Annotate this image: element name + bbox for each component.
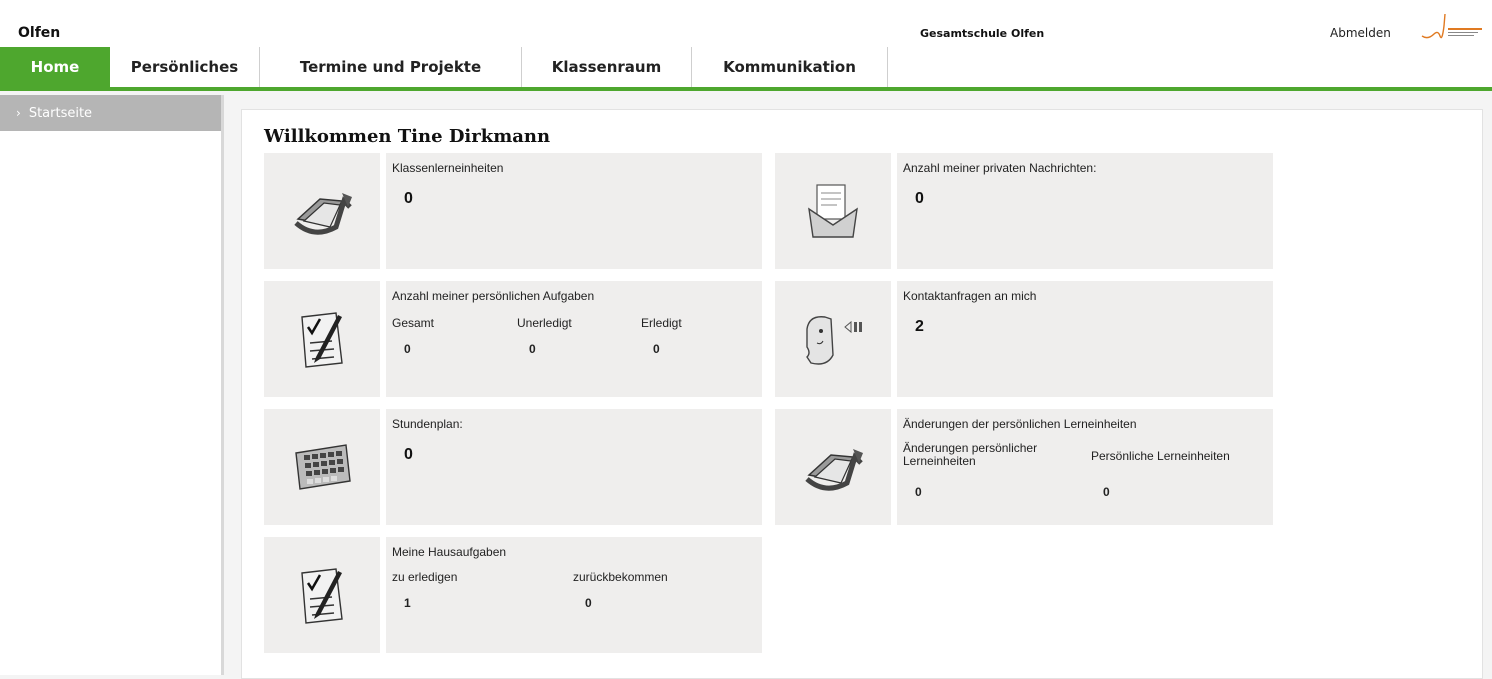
school-name: Gesamtschule Olfen (920, 27, 1045, 40)
col-label-zurueckbekommen: zurückbekommen (573, 570, 668, 584)
tile-kontaktanfragen[interactable]: Kontaktanfragen an mich 2 (897, 281, 1273, 397)
col-label-gesamt: Gesamt (392, 316, 435, 330)
tile-klassen-icon-box (264, 153, 380, 269)
tile-title: Meine Hausaufgaben (392, 545, 507, 559)
tile-value: 0 (915, 190, 924, 207)
tab-persoenliches[interactable]: Persönliches (110, 47, 260, 87)
col-value-aenderungen: 0 (915, 485, 922, 499)
main-navigation: Home Persönliches Termine und Projekte K… (0, 47, 1492, 91)
folder-arrow-icon (294, 193, 352, 235)
col-label-persoenliche-lerneinheiten: Persönliche Lerneinheiten (1091, 449, 1230, 463)
tile-title: Kontaktanfragen an mich (903, 289, 1037, 303)
tile-stundenplan[interactable]: Stundenplan: 0 (386, 409, 762, 525)
checklist-icon (301, 312, 343, 368)
tile-value: 0 (404, 446, 413, 463)
tile-hausaufgaben[interactable]: Meine Hausaufgaben zu erledigen zurückbe… (386, 537, 762, 653)
tile-private-nachrichten[interactable]: Anzahl meiner privaten Nachrichten: 0 (897, 153, 1273, 269)
brand-name: Olfen (18, 25, 61, 41)
tile-title: Anzahl meiner persönlichen Aufgaben (392, 289, 595, 303)
logout-link[interactable]: Abmelden (1330, 26, 1391, 40)
tile-kontakt-icon-box (775, 281, 891, 397)
tile-persoenliche-aufgaben[interactable]: Anzahl meiner persönlichen Aufgaben Gesa… (386, 281, 762, 397)
tile-aenderungen-lerneinheiten[interactable]: Änderungen der persönlichen Lerneinheite… (897, 409, 1273, 525)
sidebar: › Startseite (0, 95, 224, 675)
tile-klassenlerneinheiten[interactable]: Klassenlerneinheiten 0 (386, 153, 762, 269)
col-label-erledigt: Erledigt (641, 316, 682, 330)
col-label-unerledigt: Unerledigt (517, 316, 572, 330)
tab-kommunikation[interactable]: Kommunikation (692, 47, 888, 87)
tile-nachrichten-icon-box (775, 153, 891, 269)
col-label-aenderungen: Änderungen persönlicher Lerneinheiten (903, 441, 1038, 468)
tile-value: 0 (404, 190, 413, 207)
tile-value: 2 (915, 318, 924, 335)
tile-aufgaben-icon-box (264, 281, 380, 397)
school-logo (1421, 13, 1482, 39)
main-content: Willkommen Tine Dirkmann Klassenlerneinh… (241, 109, 1483, 679)
tile-aenderungen-icon-box (775, 409, 891, 525)
tab-klassenraum[interactable]: Klassenraum (522, 47, 692, 87)
checklist-icon (301, 568, 343, 624)
col-value-unerledigt: 0 (529, 342, 536, 356)
welcome-heading: Willkommen Tine Dirkmann (264, 126, 551, 147)
col-value-gesamt: 0 (404, 342, 411, 356)
col-value-persoenliche-lerneinheiten: 0 (1103, 485, 1110, 499)
chevron-right-icon: › (16, 106, 21, 120)
tab-termine-und-projekte[interactable]: Termine und Projekte (260, 47, 522, 87)
folder-arrow-icon (805, 449, 863, 491)
tile-stundenplan-icon-box (264, 409, 380, 525)
tile-title: Anzahl meiner privaten Nachrichten: (903, 161, 1097, 175)
tile-title: Stundenplan: (392, 417, 463, 431)
top-bar: Olfen Gesamtschule Olfen Abmelden (0, 0, 1492, 47)
tile-hausaufgaben-icon-box (264, 537, 380, 653)
col-value-zu-erledigen: 1 (404, 596, 411, 610)
col-label-zu-erledigen: zu erledigen (392, 570, 458, 584)
col-value-zurueckbekommen: 0 (585, 596, 592, 610)
tile-title: Änderungen der persönlichen Lerneinheite… (903, 417, 1137, 431)
calendar-icon (295, 444, 351, 490)
envelope-icon (808, 184, 858, 238)
contact-head-icon (806, 316, 862, 365)
tile-title: Klassenlerneinheiten (392, 161, 504, 175)
sidebar-item-label: Startseite (28, 105, 93, 121)
sidebar-item-startseite[interactable]: › Startseite (0, 95, 221, 131)
tab-home[interactable]: Home (0, 47, 110, 87)
col-value-erledigt: 0 (653, 342, 660, 356)
